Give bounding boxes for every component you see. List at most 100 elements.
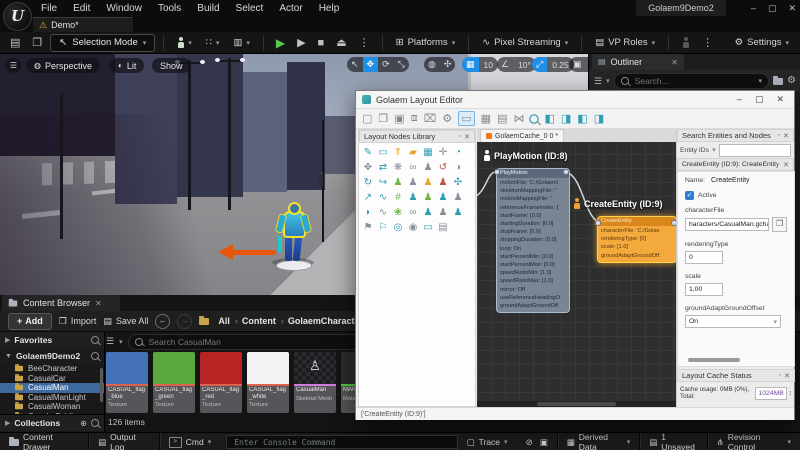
- step-button[interactable]: ▶: [293, 36, 309, 49]
- active-checkbox[interactable]: ✓: [685, 191, 694, 200]
- library-node-icon[interactable]: ♟: [421, 176, 435, 190]
- chevron-down-icon[interactable]: ▾: [606, 77, 610, 85]
- grid-view-icon[interactable]: ▦: [481, 112, 491, 125]
- close-icon[interactable]: ✕: [783, 132, 789, 140]
- open-file-icon[interactable]: ❐: [378, 112, 388, 125]
- library-node-icon[interactable]: ◔: [451, 146, 465, 160]
- asset-tile[interactable]: CASUAL_flag_green Texture: [153, 352, 195, 413]
- blueprints-button[interactable]: ∷ ▾: [201, 38, 225, 48]
- menu-item[interactable]: Window: [99, 3, 149, 14]
- gizmo-arrow-head[interactable]: [218, 244, 233, 260]
- lit-button[interactable]: ◐ Lit: [110, 58, 145, 73]
- console-command-field[interactable]: [226, 435, 458, 449]
- library-node-icon[interactable]: ♟: [406, 191, 420, 205]
- world-local-toggle[interactable]: ◍: [424, 57, 440, 72]
- layout-pane-icon[interactable]: ◨: [594, 112, 604, 125]
- outliner-search[interactable]: ▾: [613, 73, 770, 89]
- tree-folder-item[interactable]: BeeCharacter: [0, 364, 104, 374]
- library-node-icon[interactable]: ↪: [376, 176, 390, 190]
- settings-button[interactable]: ⚙ Settings ▾: [730, 37, 794, 48]
- output-log-button[interactable]: ▤ Output Log: [89, 432, 160, 450]
- close-icon[interactable]: ✕: [671, 58, 678, 67]
- createentity-detail-header[interactable]: CreateEntity (ID:9): CreateEntity - ... …: [677, 158, 794, 171]
- grid-snap-value[interactable]: 10: [479, 60, 498, 70]
- library-node-icon[interactable]: ∞: [406, 161, 420, 175]
- library-node-icon[interactable]: ✛: [436, 146, 450, 160]
- selection-mode-button[interactable]: ↖ Selection Mode ▾: [50, 33, 156, 52]
- library-node-icon[interactable]: ∞: [406, 206, 420, 220]
- library-node-icon[interactable]: ◉: [406, 221, 420, 235]
- play-button[interactable]: ▶: [272, 36, 289, 50]
- library-node-icon[interactable]: ♟: [421, 161, 435, 175]
- chevron-down-icon[interactable]: ▾: [119, 338, 123, 346]
- library-panel-header[interactable]: Layout Nodes Library ▫ ✕: [359, 130, 475, 143]
- close-icon[interactable]: ✕: [783, 161, 789, 169]
- library-node-icon[interactable]: ⇑: [391, 146, 405, 160]
- close-icon[interactable]: ✕: [95, 299, 102, 308]
- spinner-icon[interactable]: ↕: [789, 390, 793, 397]
- minimize-icon[interactable]: –: [751, 3, 756, 13]
- layout-pane-icon[interactable]: ◨: [561, 112, 571, 125]
- library-node-icon[interactable]: ▦: [421, 146, 435, 160]
- tree-folder-item[interactable]: CasualMan: [0, 383, 104, 393]
- console-command-input[interactable]: [232, 436, 452, 448]
- rotate-tool[interactable]: ⟳: [378, 57, 394, 72]
- eject-button[interactable]: ⏏: [332, 36, 350, 49]
- outliner-search-input[interactable]: [632, 75, 755, 87]
- trace-button[interactable]: ▢ Trace ▾: [458, 433, 517, 450]
- tree-scrollbar[interactable]: [100, 368, 103, 402]
- quick-add-button[interactable]: ▾: [172, 37, 197, 48]
- menu-item[interactable]: Build: [190, 3, 226, 14]
- library-node-icon[interactable]: ✥: [361, 161, 375, 175]
- back-button[interactable]: ←: [155, 313, 171, 329]
- pin-icon[interactable]: ▫: [778, 132, 780, 139]
- tree-root-header[interactable]: ▼ Golaem9Demo2: [0, 348, 104, 364]
- add-folder-icon[interactable]: [773, 75, 784, 85]
- library-node-icon[interactable]: ▰: [406, 146, 420, 160]
- stop-button[interactable]: ■: [314, 37, 329, 49]
- menu-item[interactable]: Tools: [151, 3, 188, 14]
- camera-speed-icon[interactable]: ▣: [569, 57, 586, 72]
- tree-folder-item[interactable]: CasualManLight: [0, 393, 104, 403]
- filter-icon[interactable]: ☰: [106, 337, 114, 346]
- maximize-icon[interactable]: ▢: [768, 3, 777, 14]
- pin-icon[interactable]: ▫: [459, 133, 461, 140]
- perspective-button[interactable]: ◍ Perspective: [26, 58, 101, 73]
- chevron-down-icon[interactable]: ▾: [759, 77, 763, 85]
- search-icon[interactable]: [529, 113, 540, 124]
- node-pin[interactable]: [494, 169, 500, 175]
- maximize-icon[interactable]: ▢: [755, 94, 764, 105]
- table-view-icon[interactable]: ▤: [497, 112, 507, 125]
- asset-tile[interactable]: CASUAL_flag_blue Texture: [106, 352, 148, 413]
- close-icon[interactable]: ✕: [784, 372, 790, 380]
- new-file-icon[interactable]: ▢: [362, 112, 372, 125]
- add-button[interactable]: + Add: [8, 312, 52, 330]
- gizmo-up-axis[interactable]: [278, 236, 282, 252]
- browse-file-icon[interactable]: ❐: [772, 217, 787, 232]
- asset-tile[interactable]: CASUAL_flag_white Texture: [247, 352, 289, 413]
- toolbar-kebab-icon[interactable]: ⋮: [698, 36, 717, 49]
- library-node-icon[interactable]: ♟: [436, 206, 450, 220]
- snapshot-icon[interactable]: ▣: [540, 438, 548, 447]
- gear-icon[interactable]: ⚙: [442, 112, 452, 125]
- library-node-icon[interactable]: ✣: [451, 176, 465, 190]
- library-node-icon[interactable]: ♟: [421, 206, 435, 220]
- filter-icon[interactable]: ☰: [594, 76, 602, 86]
- createentity-node[interactable]: CreateEntity characterFile: 'C:/Golae ren…: [597, 216, 676, 263]
- save-icon[interactable]: ▤: [6, 36, 24, 49]
- layout-pane-icon[interactable]: ◧: [544, 112, 554, 125]
- close-icon[interactable]: ✕: [776, 94, 784, 105]
- library-node-icon[interactable]: ◎: [391, 221, 405, 235]
- selected-character[interactable]: [268, 202, 318, 272]
- search-icon[interactable]: [91, 336, 99, 344]
- library-node-icon[interactable]: ↻: [361, 176, 375, 190]
- library-node-icon[interactable]: ◑: [451, 161, 465, 175]
- rendering-type-input[interactable]: 0: [685, 251, 723, 264]
- save-file-icon[interactable]: ▣: [394, 112, 404, 125]
- close-icon[interactable]: ✕: [464, 133, 470, 141]
- pin-icon[interactable]: ▫: [779, 372, 781, 379]
- library-node-icon[interactable]: ♟: [451, 206, 465, 220]
- import-icon[interactable]: ❐: [28, 36, 46, 49]
- derived-data-button[interactable]: ▦ Derived Data ▾: [558, 432, 641, 450]
- library-node-icon[interactable]: ❀: [391, 206, 405, 220]
